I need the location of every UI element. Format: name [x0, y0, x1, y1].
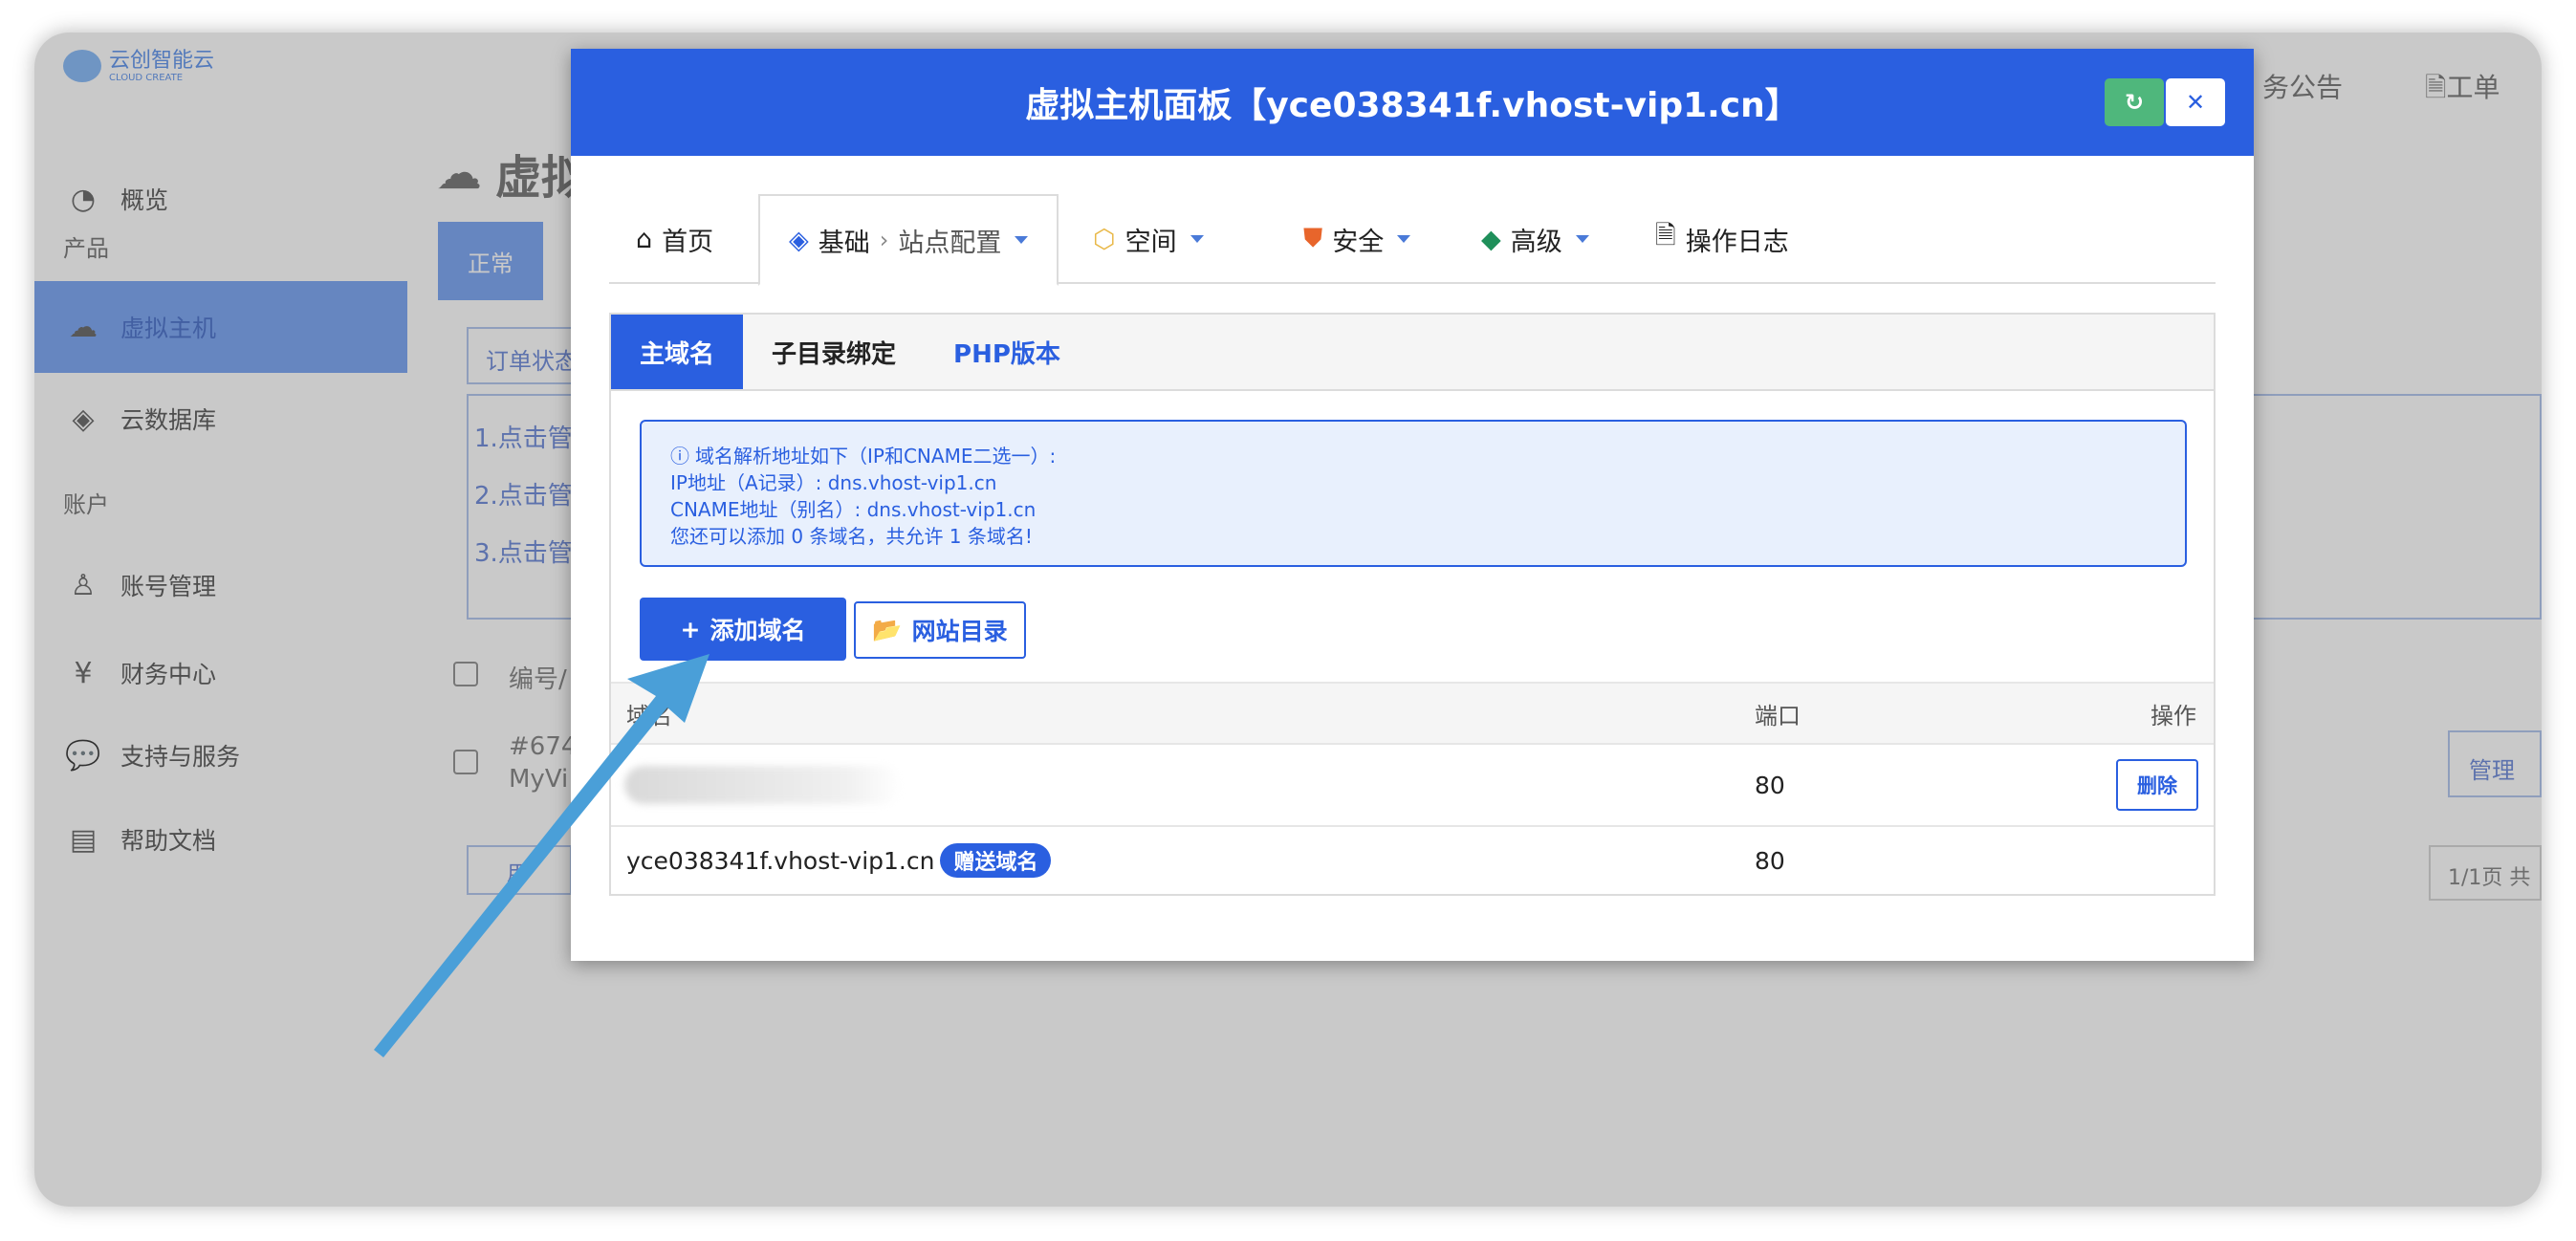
- port-cell: 80: [1755, 771, 1785, 799]
- box-icon: ⬡: [1093, 224, 1116, 254]
- caret-down-icon: [1575, 235, 1589, 243]
- chevron-right-icon: ›: [879, 227, 889, 253]
- domain-panel: 主域名 子目录绑定 PHP版本 ⓘ 域名解析地址如下（IP和CNAME二选一）:…: [609, 313, 2216, 896]
- sub-tabs: 主域名 子目录绑定 PHP版本: [611, 315, 2214, 391]
- column-header-port: 端口: [1755, 702, 1801, 729]
- column-header-domain: 域名: [626, 702, 672, 729]
- file-icon: 🗎: [1655, 221, 1676, 250]
- column-header-action: 操作: [2150, 702, 2196, 729]
- modal-title: 虚拟主机面板【yce038341f.vhost-vip1.cn】: [1025, 86, 1800, 125]
- port-cell: 80: [1755, 846, 1785, 875]
- domain-cell: yce038341f.vhost-vip1.cn 赠送域名: [626, 827, 1052, 894]
- tab-label: 基础: [818, 228, 870, 258]
- tab-advanced[interactable]: ◆ 高级: [1481, 194, 1589, 284]
- action-cell: 删除: [2116, 745, 2198, 825]
- info-line-3: CNAME地址（别名）: dns.vhost-vip1.cn: [670, 498, 1037, 521]
- layers-icon: ◈: [789, 225, 809, 255]
- tab-label: 空间: [1124, 227, 1177, 257]
- table-row: yce038341f.vhost-vip1.cn 赠送域名 80: [611, 827, 2214, 894]
- domain-text: yce038341f.vhost-vip1.cn: [626, 846, 935, 875]
- tab-space[interactable]: ⬡ 空间: [1093, 194, 1204, 284]
- caret-down-icon: [1190, 235, 1204, 243]
- home-icon: ⌂: [636, 224, 653, 254]
- tab-security[interactable]: ⛊ 安全: [1303, 194, 1411, 284]
- refresh-button[interactable]: ↻: [2105, 78, 2164, 126]
- tab-label: 安全: [1332, 227, 1385, 257]
- gift-domain-badge: 赠送域名: [940, 843, 1052, 878]
- modal-header: 虚拟主机面板【yce038341f.vhost-vip1.cn】 ↻ ✕: [571, 49, 2254, 156]
- close-icon: ✕: [2185, 89, 2206, 116]
- tab-sublabel: 站点配置: [898, 228, 1002, 258]
- close-button[interactable]: ✕: [2166, 78, 2225, 126]
- tab-operation-log[interactable]: 🗎 操作日志: [1655, 194, 1789, 284]
- app-window: 云创智能云 CLOUD CREATE 务公告 🗎工单 ◔ 概览 产品 ☁ 虚拟主…: [34, 33, 2542, 1207]
- subtab-subdirectory-binding[interactable]: 子目录绑定: [743, 315, 925, 389]
- table-header: 域名 端口 操作: [611, 682, 2214, 745]
- subtab-php-version[interactable]: PHP版本: [925, 315, 1089, 389]
- shield-icon: ⛊: [1303, 224, 1323, 253]
- tab-home[interactable]: ⌂ 首页: [636, 194, 713, 284]
- diamond-icon: ◆: [1481, 224, 1501, 254]
- tab-basic[interactable]: ◈ 基础 › 站点配置: [758, 194, 1059, 286]
- subtab-main-domain[interactable]: 主域名: [611, 315, 744, 389]
- info-line-4: 您还可以添加 0 条域名，共允许 1 条域名!: [670, 525, 1033, 548]
- panel-tabs: ⌂ 首页 ◈ 基础 › 站点配置 ⬡ 空间 ⛊ 安全 ◆ 高级 🗎 操作日志: [609, 194, 2216, 286]
- plus-icon: +: [680, 615, 701, 643]
- dns-info-box: ⓘ 域名解析地址如下（IP和CNAME二选一）: IP地址（A记录）: dns.…: [640, 420, 2187, 567]
- add-domain-button[interactable]: + 添加域名: [640, 598, 846, 661]
- domain-cell: [624, 745, 902, 825]
- site-directory-label: 网站目录: [911, 618, 1008, 645]
- tab-label: 首页: [662, 227, 714, 257]
- redacted-domain: [624, 766, 902, 804]
- virtual-host-panel-modal: 虚拟主机面板【yce038341f.vhost-vip1.cn】 ↻ ✕ ⌂ 首…: [571, 49, 2254, 961]
- caret-down-icon: [1397, 235, 1411, 243]
- table-row: 80 删除: [611, 745, 2214, 827]
- folder-open-icon: 📂: [872, 616, 903, 643]
- delete-domain-button[interactable]: 删除: [2116, 759, 2198, 811]
- add-domain-label: 添加域名: [709, 617, 806, 644]
- tab-label: 操作日志: [1685, 227, 1789, 257]
- info-icon: ⓘ: [670, 445, 689, 468]
- info-line-2: IP地址（A记录）: dns.vhost-vip1.cn: [670, 471, 997, 494]
- info-line-1: 域名解析地址如下（IP和CNAME二选一）:: [695, 445, 1057, 468]
- refresh-icon: ↻: [2124, 89, 2145, 116]
- tab-label: 高级: [1510, 227, 1562, 257]
- caret-down-icon: [1015, 236, 1029, 244]
- site-directory-button[interactable]: 📂 网站目录: [854, 601, 1026, 659]
